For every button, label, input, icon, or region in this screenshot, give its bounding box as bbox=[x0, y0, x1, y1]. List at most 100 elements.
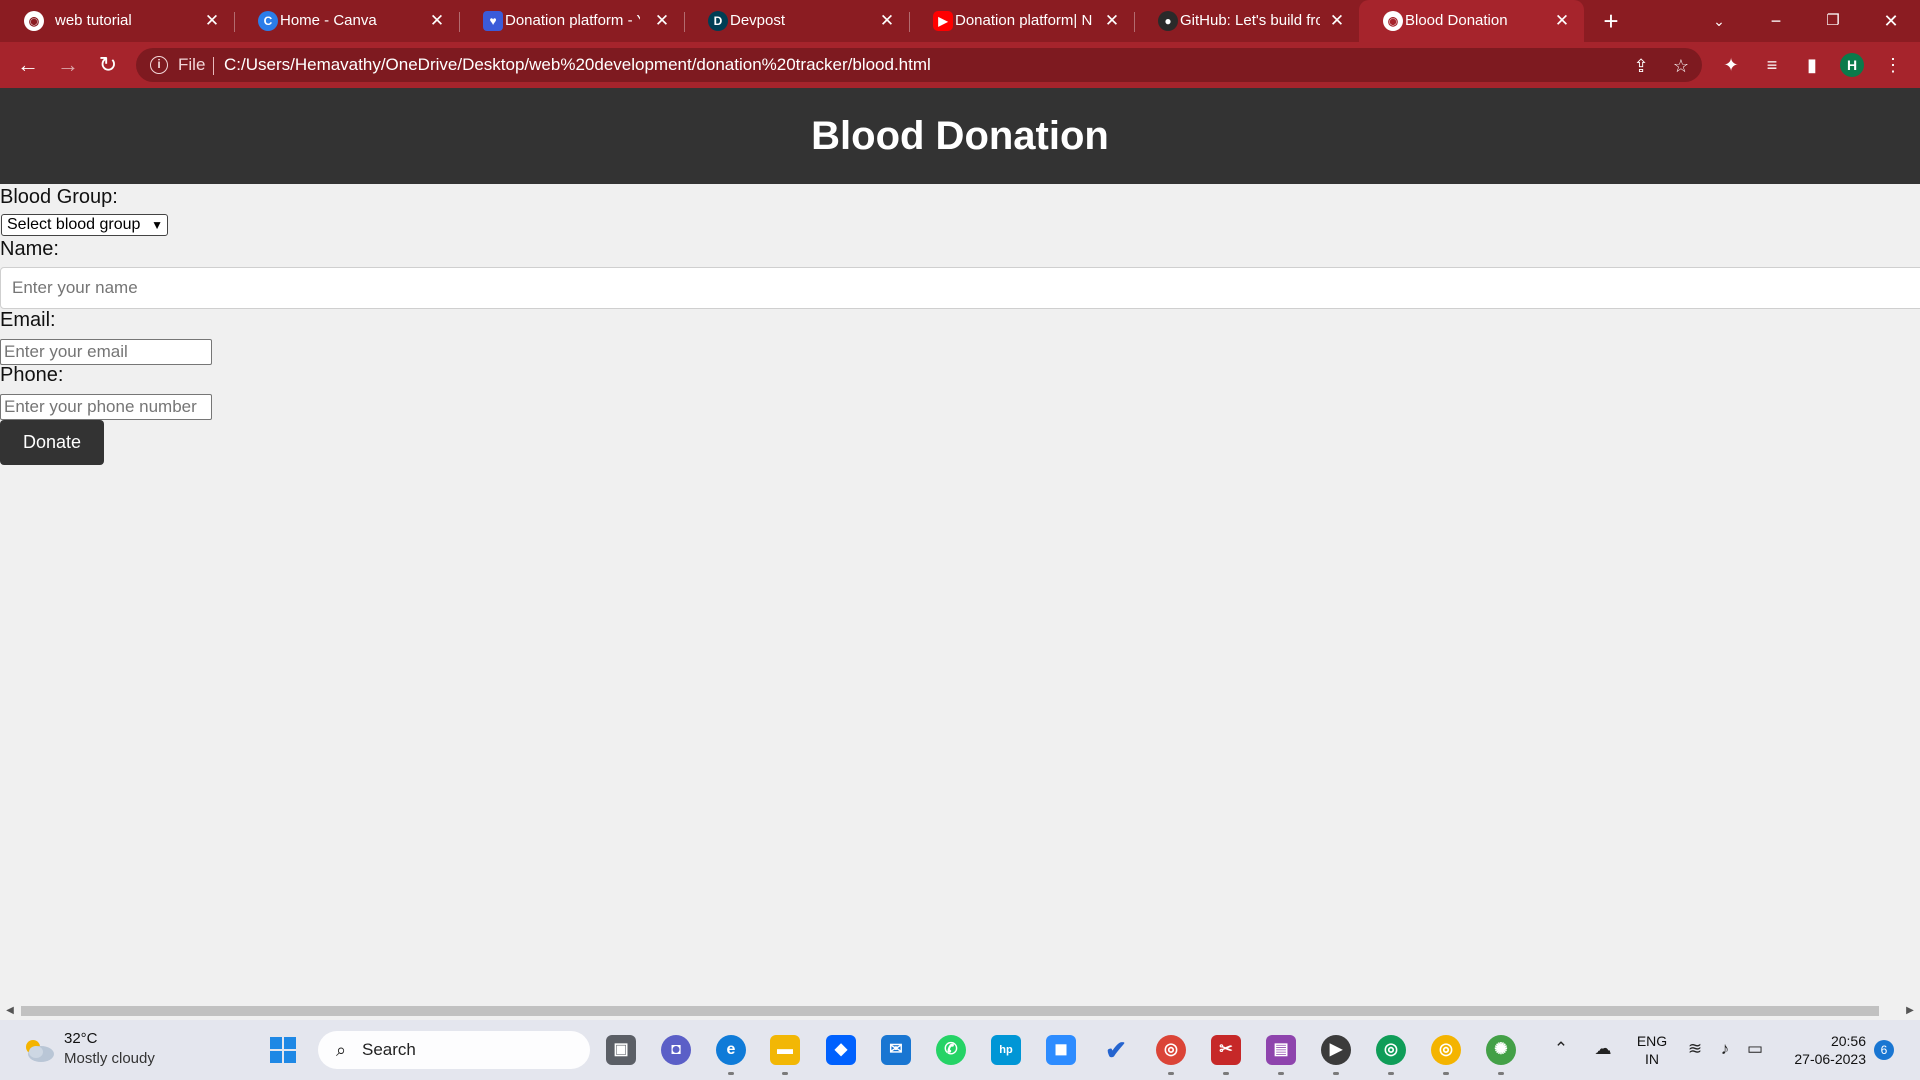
media-player-icon[interactable]: ▶ bbox=[1321, 1035, 1351, 1065]
close-tab-icon[interactable]: ✕ bbox=[427, 11, 447, 31]
language-indicator[interactable]: ENG IN bbox=[1634, 1032, 1670, 1068]
chrome-profile-icon[interactable]: ◎ bbox=[1376, 1035, 1406, 1065]
teams-chat-icon[interactable]: ◘ bbox=[661, 1035, 691, 1065]
chrome-profile-icon[interactable]: ◎ bbox=[1431, 1035, 1461, 1065]
close-tab-icon[interactable]: ✕ bbox=[1102, 11, 1122, 31]
email-label: Email: bbox=[0, 309, 56, 331]
phone-label: Phone: bbox=[0, 364, 64, 386]
phone-input[interactable]: Enter your phone number bbox=[0, 394, 212, 420]
volume-icon[interactable]: ♪ bbox=[1714, 1038, 1736, 1060]
cloudy-weather-icon[interactable] bbox=[22, 1036, 56, 1064]
horizontal-scrollbar[interactable]: ◀ ▶ bbox=[0, 1002, 1920, 1020]
menu-kebab-icon[interactable]: ⋮ bbox=[1881, 53, 1905, 77]
tab-strip: ◉ web tutorial ✕ C Home - Canva ✕ ♥ Dona… bbox=[0, 0, 1920, 42]
tab-title: GitHub: Let's build fro bbox=[1180, 12, 1320, 29]
battery-icon[interactable]: ▭ bbox=[1744, 1038, 1766, 1060]
minimize-icon[interactable]: − bbox=[1756, 6, 1796, 36]
tab-title: web tutorial bbox=[55, 12, 132, 29]
tab-title: Blood Donation bbox=[1405, 12, 1508, 29]
tab-github[interactable]: ● GitHub: Let's build fro ✕ bbox=[1134, 0, 1359, 42]
running-indicator bbox=[782, 1072, 788, 1075]
clipchamp-icon[interactable]: ▤ bbox=[1266, 1035, 1296, 1065]
taskbar-search-box[interactable]: ⌕ Search bbox=[318, 1031, 590, 1069]
page-viewport: Blood Donation Blood Group: Select blood… bbox=[0, 88, 1920, 1002]
name-label: Name: bbox=[0, 238, 59, 260]
lang-line-2: IN bbox=[1645, 1051, 1659, 1067]
todo-check-icon[interactable]: ✔ bbox=[1101, 1035, 1131, 1065]
reload-icon[interactable]: ↻ bbox=[94, 51, 122, 79]
close-tab-icon[interactable]: ✕ bbox=[202, 11, 222, 31]
chatgpt-app-icon[interactable]: ✺ bbox=[1486, 1035, 1516, 1065]
close-window-icon[interactable]: ✕ bbox=[1871, 6, 1911, 36]
running-indicator bbox=[1223, 1072, 1229, 1075]
lang-line-1: ENG bbox=[1636, 1033, 1668, 1049]
tab-search-chevron-icon[interactable]: ⌄ bbox=[1699, 6, 1739, 36]
tab-youtube-donation[interactable]: ▶ Donation platform| N ✕ bbox=[909, 0, 1135, 42]
file-explorer-icon[interactable]: ▬ bbox=[770, 1035, 800, 1065]
browser-toolbar: ← → ↻ i File C:/Users/Hemavathy/OneDrive… bbox=[0, 42, 1920, 88]
tab-web-tutorial[interactable]: ◉ web tutorial ✕ bbox=[0, 0, 235, 42]
tab-devpost[interactable]: D Devpost ✕ bbox=[684, 0, 910, 42]
onedrive-cloud-icon[interactable]: ☁ bbox=[1592, 1038, 1614, 1060]
close-tab-icon[interactable]: ✕ bbox=[877, 11, 897, 31]
new-tab-button[interactable]: + bbox=[1597, 8, 1625, 36]
tab-donation-platform[interactable]: ♥ Donation platform - Y ✕ bbox=[459, 0, 685, 42]
share-icon[interactable]: ⇪ bbox=[1630, 55, 1652, 77]
running-indicator bbox=[1388, 1072, 1394, 1075]
running-indicator bbox=[1333, 1072, 1339, 1075]
windows-start-icon[interactable] bbox=[268, 1035, 298, 1065]
close-tab-icon[interactable]: ✕ bbox=[1552, 11, 1572, 31]
search-icon: ⌕ bbox=[335, 1040, 347, 1060]
bookmark-star-icon[interactable]: ☆ bbox=[1670, 55, 1692, 77]
globe-icon: ◉ bbox=[24, 11, 44, 31]
blood-group-label: Blood Group: bbox=[0, 186, 118, 208]
donate-button[interactable]: Donate bbox=[0, 420, 104, 465]
page-title: Blood Donation bbox=[811, 114, 1109, 158]
scroll-left-icon[interactable]: ◀ bbox=[4, 1005, 16, 1017]
close-tab-icon[interactable]: ✕ bbox=[1327, 11, 1347, 31]
chevron-up-icon[interactable]: ⌃ bbox=[1550, 1038, 1572, 1060]
close-tab-icon[interactable]: ✕ bbox=[652, 11, 672, 31]
task-view-icon[interactable]: ▣ bbox=[606, 1035, 636, 1065]
url-text[interactable]: C:/Users/Hemavathy/OneDrive/Desktop/web%… bbox=[224, 55, 931, 75]
page-header: Blood Donation bbox=[0, 88, 1920, 184]
mail-icon[interactable]: ✉ bbox=[881, 1035, 911, 1065]
clock[interactable]: 20:56 27-06-2023 bbox=[1780, 1032, 1866, 1068]
canva-icon: C bbox=[258, 11, 278, 31]
tab-blood-donation[interactable]: ◉ Blood Donation ✕ bbox=[1359, 0, 1584, 42]
running-indicator bbox=[1278, 1072, 1284, 1075]
weather-desc[interactable]: Mostly cloudy bbox=[64, 1050, 155, 1068]
wifi-icon[interactable]: ≋ bbox=[1684, 1038, 1706, 1060]
blood-group-select[interactable]: Select blood group ▼ bbox=[1, 214, 168, 236]
chrome-icon[interactable]: ◎ bbox=[1156, 1035, 1186, 1065]
back-arrow-icon[interactable]: ← bbox=[14, 51, 42, 79]
weather-temp[interactable]: 32°C bbox=[64, 1030, 98, 1048]
blood-group-selected-value: Select blood group bbox=[7, 216, 141, 233]
scroll-right-icon[interactable]: ▶ bbox=[1904, 1005, 1916, 1017]
extensions-puzzle-icon[interactable]: ✦ bbox=[1719, 53, 1743, 77]
profile-avatar[interactable]: H bbox=[1840, 53, 1864, 77]
notification-badge[interactable]: 6 bbox=[1874, 1040, 1894, 1060]
globe-icon: ◉ bbox=[1383, 11, 1403, 31]
tab-title: Devpost bbox=[730, 12, 786, 29]
address-bar[interactable]: i File C:/Users/Hemavathy/OneDrive/Deskt… bbox=[136, 48, 1702, 82]
tab-home-canva[interactable]: C Home - Canva ✕ bbox=[234, 0, 460, 42]
email-input[interactable]: Enter your email bbox=[0, 339, 212, 365]
zoom-icon[interactable]: ◼ bbox=[1046, 1035, 1076, 1065]
restore-icon[interactable]: ❐ bbox=[1813, 6, 1853, 36]
myhp-icon[interactable]: hp bbox=[991, 1035, 1021, 1065]
dropbox-icon[interactable]: ◆ bbox=[826, 1035, 856, 1065]
whatsapp-icon[interactable]: ✆ bbox=[936, 1035, 966, 1065]
info-icon[interactable]: i bbox=[150, 56, 168, 74]
side-panel-icon[interactable]: ▮ bbox=[1800, 53, 1824, 77]
taskbar: 32°C Mostly cloudy ⌕ Search ▣ ◘ e ▬ ◆ ✉ … bbox=[0, 1020, 1920, 1080]
media-queue-icon[interactable]: ≡ bbox=[1760, 53, 1784, 77]
snipping-tool-icon[interactable]: ✂ bbox=[1211, 1035, 1241, 1065]
forward-arrow-icon[interactable]: → bbox=[54, 51, 82, 79]
edge-browser-icon[interactable]: e bbox=[716, 1035, 746, 1065]
scrollbar-thumb[interactable] bbox=[21, 1006, 1879, 1016]
name-input[interactable]: Enter your name bbox=[0, 267, 1920, 309]
running-indicator bbox=[728, 1072, 734, 1075]
tab-title: Home - Canva bbox=[280, 12, 377, 29]
heart-icon: ♥ bbox=[483, 11, 503, 31]
